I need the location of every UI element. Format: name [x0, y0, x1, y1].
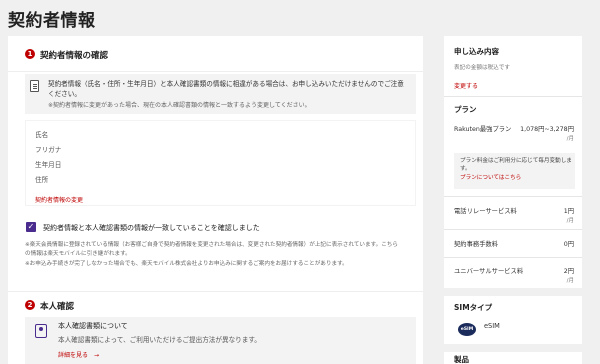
id-card-icon — [35, 324, 47, 338]
plan-name: Rakuten最強プラン — [454, 126, 512, 133]
note-line-2: の情報は楽天モバイルに引き継がれます。 — [25, 251, 131, 257]
confirm-checkbox-label[interactable]: 契約者情報と本人確認書類の情報が一致していることを確認しました — [43, 223, 260, 233]
relay-fee-unit: /月 — [566, 218, 574, 224]
main-panel: 1 契約者情報の確認 契約者情報（氏名・住所・生年月日）と本人確認書類の情報に相… — [8, 36, 423, 364]
details-link[interactable]: 詳細を見る → — [58, 350, 99, 359]
identity-card-subtext: 本人確認書類によって、ご利用いただけるご提出方法が異なります。 — [58, 336, 261, 344]
contract-notice: 契約者情報（氏名・住所・生年月日）と本人確認書類の情報に相違がある場合は、お申し… — [25, 74, 416, 114]
section-title-identity: 本人確認 — [40, 302, 75, 312]
note-line-1: ※楽天会員情報に登録されている情報（お客様ご自身で契約者情報を変更された場合は、… — [25, 242, 398, 248]
esim-label: eSIM — [484, 322, 500, 330]
esim-icon: eSIM — [458, 323, 476, 336]
field-birthdate: 生年月日 — [35, 161, 62, 169]
plan-info-link[interactable]: プランについてはこちら — [460, 173, 521, 181]
change-order-link[interactable]: 変更する — [454, 81, 478, 90]
contract-info-card: 氏名 フリガナ 生年月日 住所 契約者情報の変更 — [25, 120, 416, 206]
plan-title: プラン — [454, 105, 477, 114]
universal-fee-unit: /月 — [566, 278, 574, 284]
admin-fee-label: 契約事務手数料 — [454, 241, 499, 248]
order-summary-panel: 申し込み内容 表記の金額は税込です 変更する プラン Rakuten最強プラン … — [444, 36, 582, 364]
note-line-3: ※お申込み手続きが完了しなかった場合でも、楽天モバイル株式会社よりお申込みに関す… — [25, 261, 348, 267]
step-badge-2: 2 — [25, 300, 35, 310]
summary-title: 申し込み内容 — [454, 47, 499, 56]
product-title: 製品 — [454, 355, 469, 364]
universal-fee-label: ユニバーサルサービス料 — [454, 268, 524, 275]
identity-card-title: 本人確認書類について — [58, 322, 128, 330]
section-contract-header: 1 契約者情報の確認 — [8, 36, 423, 72]
universal-fee-value: 2円 — [563, 268, 574, 275]
section-title-contract: 契約者情報の確認 — [40, 51, 109, 61]
confirm-checkbox[interactable]: ✓ — [26, 222, 36, 232]
identity-doc-card: 本人確認書類について 本人確認書類によって、ご利用いただけるご提出方法が異なりま… — [25, 317, 416, 364]
admin-fee-value: 0円 — [563, 241, 574, 248]
document-icon — [30, 80, 39, 92]
field-address: 住所 — [35, 176, 49, 184]
plan-note-text: プラン料金はご利用分に応じて毎月変動します。 — [460, 158, 572, 172]
change-contract-info-link[interactable]: 契約者情報の変更 — [35, 195, 83, 204]
relay-fee-label: 電話リレーサービス料 — [454, 208, 517, 215]
notice-text: 契約者情報（氏名・住所・生年月日）と本人確認書類の情報に相違がある場合は、お申し… — [48, 80, 404, 98]
plan-price-unit: /月 — [566, 136, 574, 142]
plan-price: 1,078円~3,278円 — [520, 126, 574, 133]
notice-subtext: ※契約者情報に変更があった場合、現在の本人確認書類の情報と一致するよう変更してく… — [48, 102, 311, 109]
field-name: 氏名 — [35, 131, 49, 139]
sim-type-title: SIMタイプ — [454, 303, 493, 312]
page-title: 契約者情報 — [8, 11, 96, 31]
plan-note-box: プラン料金はご利用分に応じて毎月変動します。 プランについてはこちら — [454, 153, 575, 189]
section-identity-header: 2 本人確認 — [8, 291, 423, 315]
relay-fee-value: 1円 — [563, 208, 574, 215]
tax-note: 表記の金額は税込です — [454, 65, 510, 71]
field-furigana: フリガナ — [35, 146, 62, 154]
step-badge-1: 1 — [25, 49, 35, 59]
